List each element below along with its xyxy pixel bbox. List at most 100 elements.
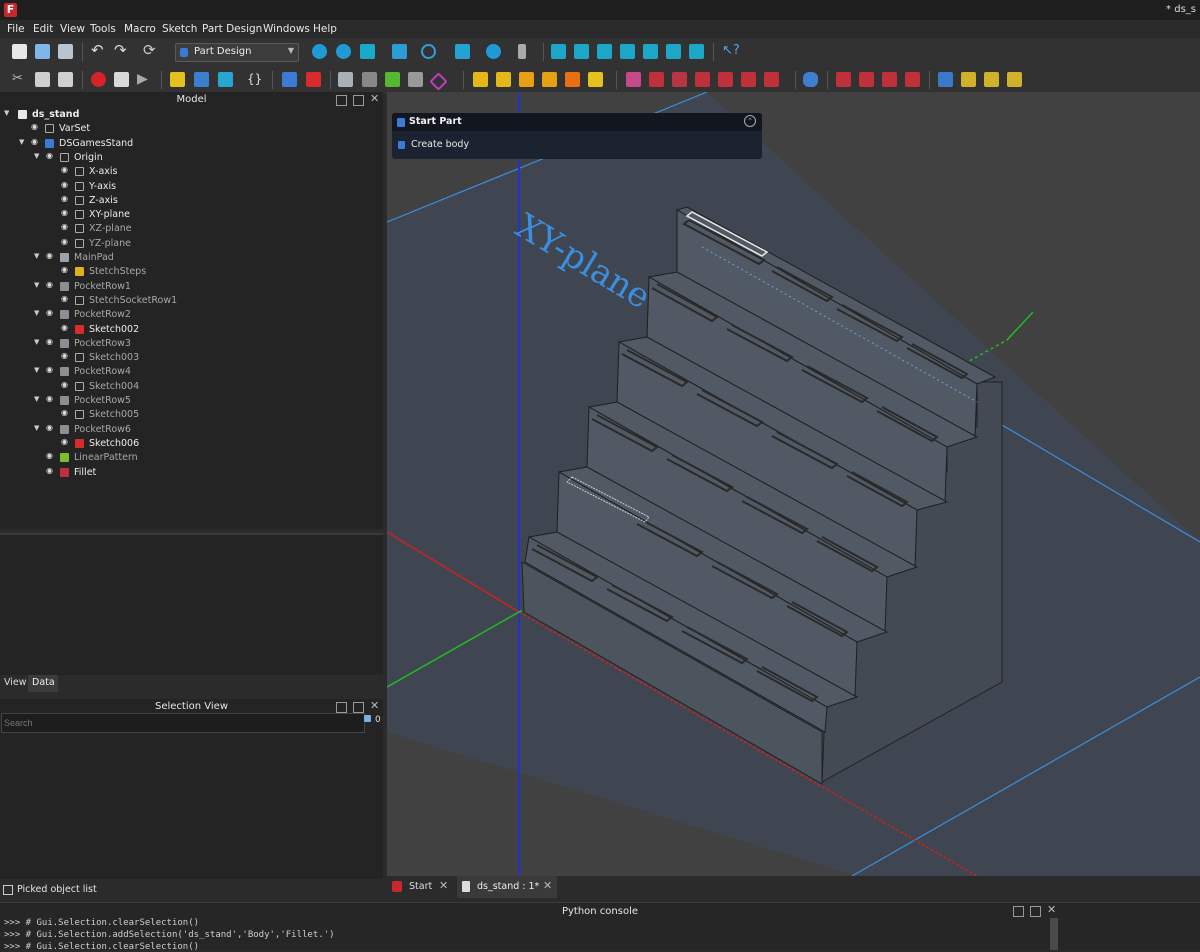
view-front-icon[interactable] — [551, 44, 566, 59]
visibility-eye-icon[interactable]: ◉ — [46, 151, 53, 160]
visibility-eye-icon[interactable]: ◉ — [46, 394, 53, 403]
close-icon[interactable]: ✕ — [439, 879, 448, 892]
fit-all-icon[interactable] — [312, 44, 327, 59]
clone-icon[interactable] — [408, 72, 423, 87]
macro-editor-icon[interactable] — [114, 72, 129, 87]
menu-sketch[interactable]: Sketch — [162, 23, 197, 35]
varset-icon[interactable]: {} — [247, 72, 262, 87]
panel-float-icon[interactable] — [336, 95, 347, 106]
panel-restore-icon[interactable] — [353, 95, 364, 106]
visibility-eye-icon[interactable]: ◉ — [61, 265, 68, 274]
collapse-icon[interactable]: ⌃ — [744, 115, 756, 127]
copy-icon[interactable] — [35, 72, 50, 87]
expand-arrow-icon[interactable]: ▼ — [34, 338, 39, 346]
menu-edit[interactable]: Edit — [33, 23, 53, 35]
subtractive-primitive-icon[interactable] — [764, 72, 779, 87]
additive-helix-icon[interactable] — [565, 72, 580, 87]
subtractive-loft-icon[interactable] — [695, 72, 710, 87]
visibility-eye-icon[interactable]: ◉ — [46, 423, 53, 432]
menu-tools[interactable]: Tools — [90, 23, 116, 35]
picked-object-checkbox[interactable] — [3, 885, 13, 895]
whats-this-icon[interactable]: ↖? — [722, 44, 740, 59]
additive-loft-icon[interactable] — [519, 72, 534, 87]
fillet-icon[interactable] — [836, 72, 851, 87]
new-file-icon[interactable] — [12, 44, 27, 59]
expand-arrow-icon[interactable]: ▼ — [34, 424, 39, 432]
zoom-icon[interactable] — [486, 44, 501, 59]
measure-icon[interactable] — [392, 44, 407, 59]
menu-view[interactable]: View — [60, 23, 85, 35]
fit-selection-icon[interactable] — [336, 44, 351, 59]
view-left-icon[interactable] — [666, 44, 681, 59]
expand-arrow-icon[interactable]: ▼ — [34, 252, 39, 260]
draft-icon[interactable] — [882, 72, 897, 87]
datum-icon[interactable] — [429, 72, 448, 91]
view-rear-icon[interactable] — [620, 44, 635, 59]
additive-primitive-icon[interactable] — [588, 72, 603, 87]
additive-pipe-icon[interactable] — [542, 72, 557, 87]
view-top-icon[interactable] — [574, 44, 589, 59]
expand-arrow-icon[interactable]: ▼ — [4, 109, 9, 117]
panel-float-icon[interactable] — [1013, 906, 1024, 917]
expand-arrow-icon[interactable]: ▼ — [34, 152, 39, 160]
menu-part-design[interactable]: Part Design — [202, 23, 262, 35]
chamfer-icon[interactable] — [859, 72, 874, 87]
visibility-eye-icon[interactable]: ◉ — [61, 208, 68, 217]
panel-close-icon[interactable]: ✕ — [370, 92, 379, 105]
menu-help[interactable]: Help — [313, 23, 337, 35]
create-sketch-icon[interactable] — [306, 72, 321, 87]
visibility-eye-icon[interactable]: ◉ — [61, 380, 68, 389]
task-panel-header[interactable]: Start Part ⌃ — [392, 113, 762, 131]
tab-view[interactable]: View — [0, 675, 28, 691]
visibility-eye-icon[interactable]: ◉ — [31, 122, 38, 131]
draw-style-icon[interactable] — [421, 44, 436, 59]
visibility-eye-icon[interactable]: ◉ — [61, 351, 68, 360]
visibility-eye-icon[interactable]: ◉ — [61, 194, 68, 203]
panel-float-icon[interactable] — [336, 702, 347, 713]
selection-search-input[interactable] — [1, 713, 365, 733]
3d-viewport[interactable]: XY-plane — [387, 92, 1200, 876]
visibility-eye-icon[interactable]: ◉ — [61, 408, 68, 417]
visibility-eye-icon[interactable]: ◉ — [61, 222, 68, 231]
panel-restore-icon[interactable] — [1030, 906, 1041, 917]
visibility-eye-icon[interactable]: ◉ — [46, 451, 53, 460]
redo-icon[interactable]: ↷ — [114, 43, 129, 59]
visibility-eye-icon[interactable]: ◉ — [46, 280, 53, 289]
create-part-icon[interactable] — [170, 72, 185, 87]
menu-file[interactable]: File — [7, 23, 25, 35]
save-icon[interactable] — [58, 44, 73, 59]
panel-close-icon[interactable]: ✕ — [1047, 903, 1056, 916]
navigation-style-icon[interactable] — [455, 44, 470, 59]
panel-restore-icon[interactable] — [353, 702, 364, 713]
record-macro-icon[interactable] — [91, 72, 106, 87]
multi-transform-icon[interactable] — [1007, 72, 1022, 87]
visibility-eye-icon[interactable]: ◉ — [61, 294, 68, 303]
tab-ds-stand[interactable]: ds_stand : 1* ✕ — [457, 876, 557, 898]
visibility-eye-icon[interactable]: ◉ — [46, 337, 53, 346]
linear-pattern-icon[interactable] — [961, 72, 976, 87]
shape-binder-icon[interactable] — [362, 72, 377, 87]
visibility-eye-icon[interactable]: ◉ — [31, 137, 38, 146]
paste-icon[interactable] — [58, 72, 73, 87]
groove-icon[interactable] — [672, 72, 687, 87]
open-file-icon[interactable] — [35, 44, 50, 59]
visibility-eye-icon[interactable]: ◉ — [61, 437, 68, 446]
create-group-icon[interactable] — [194, 72, 209, 87]
expand-arrow-icon[interactable]: ▼ — [34, 366, 39, 374]
close-icon[interactable]: ✕ — [543, 879, 552, 892]
visibility-eye-icon[interactable]: ◉ — [46, 466, 53, 475]
run-macro-icon[interactable]: ▶ — [137, 72, 152, 87]
isometric-view-icon[interactable] — [360, 44, 375, 59]
menu-windows[interactable]: Windows — [263, 23, 310, 35]
view-bottom-icon[interactable] — [643, 44, 658, 59]
thickness-icon[interactable] — [905, 72, 920, 87]
undo-icon[interactable]: ↶ — [91, 43, 106, 59]
menu-macro[interactable]: Macro — [124, 23, 156, 35]
pocket-icon[interactable] — [626, 72, 641, 87]
pad-icon[interactable] — [473, 72, 488, 87]
console-scrollbar[interactable] — [1050, 918, 1058, 950]
panel-close-icon[interactable]: ✕ — [370, 699, 379, 712]
boolean-icon[interactable] — [803, 72, 818, 87]
polar-pattern-icon[interactable] — [984, 72, 999, 87]
expand-arrow-icon[interactable]: ▼ — [34, 309, 39, 317]
